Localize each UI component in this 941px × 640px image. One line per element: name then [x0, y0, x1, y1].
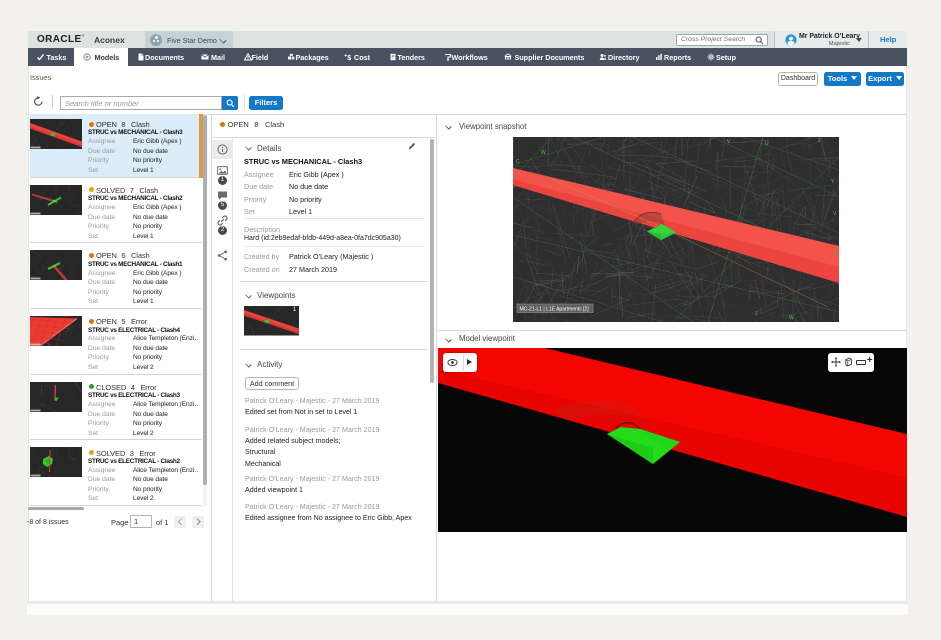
svg-text:$: $	[347, 55, 351, 61]
svg-text:W: W	[541, 150, 546, 156]
svg-text:MC-Z1-L1 | L1E Apartments [2]: MC-Z1-L1 | L1E Apartments [2]	[520, 307, 590, 313]
svg-text:C: C	[516, 159, 520, 165]
svg-text:C: C	[833, 251, 837, 257]
svg-text:U: U	[765, 141, 769, 147]
svg-text:W: W	[789, 315, 794, 321]
svg-text:2: 2	[818, 138, 821, 144]
svg-text:2: 2	[755, 311, 758, 317]
